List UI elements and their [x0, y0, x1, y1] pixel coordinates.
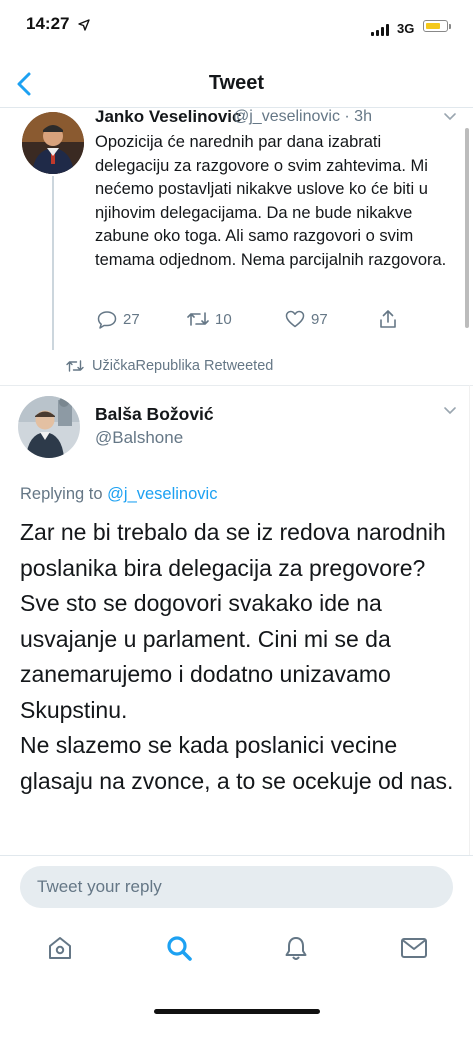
reply-count: 27 — [123, 311, 140, 328]
retweet-icon — [187, 312, 209, 326]
reply-icon — [97, 311, 117, 329]
author-name[interactable]: Balša Božović — [95, 404, 214, 425]
status-time: 14:27 — [26, 14, 70, 33]
author-handle[interactable]: @Balshone — [95, 428, 183, 448]
location-arrow-icon — [78, 19, 90, 31]
tweet-text: Opozicija će narednih par dana izabrati … — [95, 133, 447, 269]
edge-line — [469, 385, 470, 855]
share-icon — [380, 310, 396, 328]
tab-search[interactable] — [165, 934, 193, 967]
tab-messages[interactable] — [400, 937, 428, 964]
tab-notifications[interactable] — [284, 935, 308, 967]
like-button[interactable]: 97 — [285, 310, 328, 328]
network-type: 3G — [397, 21, 415, 36]
retweet-button[interactable]: 10 — [187, 310, 232, 328]
chevron-down-icon[interactable] — [443, 112, 457, 122]
thread-line — [52, 176, 54, 350]
like-count: 97 — [311, 310, 328, 328]
page-title: Tweet — [208, 72, 265, 94]
author-name[interactable]: Janko Veselinovic — [95, 107, 241, 127]
chevron-down-icon[interactable] — [443, 406, 457, 416]
reply-button[interactable]: 27 — [97, 310, 140, 329]
tweet-text: Zar ne bi trebalo da se iz redova narodn… — [20, 519, 454, 794]
retweet-small-icon — [66, 360, 84, 372]
avatar-image — [22, 112, 84, 174]
replying-to-label: Replying to — [20, 485, 103, 503]
messages-icon — [401, 938, 427, 958]
replying-to-mention[interactable]: @j_veselinovic — [107, 485, 217, 503]
avatar-image — [18, 396, 80, 458]
home-indicator — [154, 1009, 320, 1014]
home-icon — [49, 937, 71, 959]
reply-input[interactable] — [20, 866, 453, 908]
scrollbar[interactable] — [465, 128, 469, 328]
notifications-icon — [285, 937, 307, 960]
replying-to: Replying to @j_veselinovic — [20, 485, 217, 504]
tab-home[interactable] — [47, 935, 73, 966]
avatar[interactable] — [18, 396, 80, 458]
author-handle-time: @j_veselinovic · 3h — [233, 108, 372, 125]
share-button[interactable] — [378, 309, 398, 329]
battery-nub — [449, 24, 451, 29]
search-icon — [167, 936, 192, 961]
battery-level — [425, 22, 440, 29]
battery-icon — [423, 20, 448, 32]
retweet-notice-text: UžičkaRepublika Retweeted — [92, 358, 274, 374]
avatar[interactable] — [22, 112, 84, 174]
row-divider — [0, 385, 473, 386]
retweet-notice[interactable]: UžičkaRepublika Retweeted — [66, 358, 273, 374]
retweet-count: 10 — [215, 310, 232, 328]
signal-icon — [371, 24, 391, 36]
heart-icon — [285, 310, 305, 328]
